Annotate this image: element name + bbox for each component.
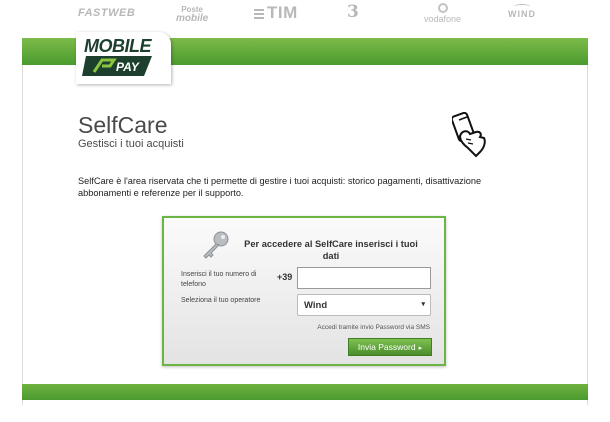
three-logo: 3 (347, 2, 359, 22)
arrow-right-icon: ▸ (418, 345, 423, 352)
fastweb-logo: FASTWEB (78, 7, 136, 19)
poste-mobile-logo: Poste mobile (176, 5, 209, 24)
footer-green-bar (22, 384, 588, 400)
phone-prefix: +39 (277, 272, 293, 282)
tim-logo: TIM (254, 3, 298, 23)
operator-label: Seleziona il tuo operatore (181, 297, 261, 304)
wind-logo: WIND (508, 4, 536, 19)
logo-pay-mark: PAY (82, 56, 152, 76)
mobilepay-logo[interactable]: MOBILE PAY (76, 32, 171, 84)
poste-logo-bottom: mobile (176, 13, 209, 24)
hand-phone-icon (452, 112, 486, 158)
wind-logo-text: WIND (508, 9, 536, 19)
vodafone-logo: vodafone (424, 3, 461, 24)
operator-logos-bar: FASTWEB Poste mobile TIM 3 vodafone WIND (0, 0, 610, 28)
chevron-down-icon: ▾ (421, 301, 425, 308)
operator-selected-value: Wind (304, 300, 328, 311)
tim-bars-icon (254, 7, 264, 21)
operator-select[interactable]: Wind ▾ (297, 294, 431, 316)
login-card: Per accedere al SelfCare inserisci i tuo… (162, 216, 446, 366)
logo-text-pay: PAY (116, 60, 140, 74)
vodafone-drop-icon (437, 3, 448, 13)
tim-logo-text: TIM (267, 3, 298, 22)
page-subtitle: Gestisci i tuoi acquisti (78, 138, 184, 150)
vodafone-logo-text: vodafone (424, 14, 462, 24)
send-password-label: Invia Password (357, 342, 416, 352)
phone-label: Inserisci il tuo numero di telefono (181, 271, 257, 288)
page-title: SelfCare (78, 112, 168, 138)
key-icon (203, 231, 229, 259)
phone-input[interactable] (297, 267, 431, 289)
page-description: SelfCare è l'area riservata che ti perme… (78, 176, 482, 198)
login-card-title: Per accedere al SelfCare inserisci i tuo… (244, 239, 418, 261)
send-password-button[interactable]: Invia Password ▸ (348, 338, 432, 356)
page: FASTWEB Poste mobile TIM 3 vodafone WIND… (0, 0, 610, 422)
sms-login-link[interactable]: Accedi tramite invio Password via SMS (317, 324, 430, 331)
